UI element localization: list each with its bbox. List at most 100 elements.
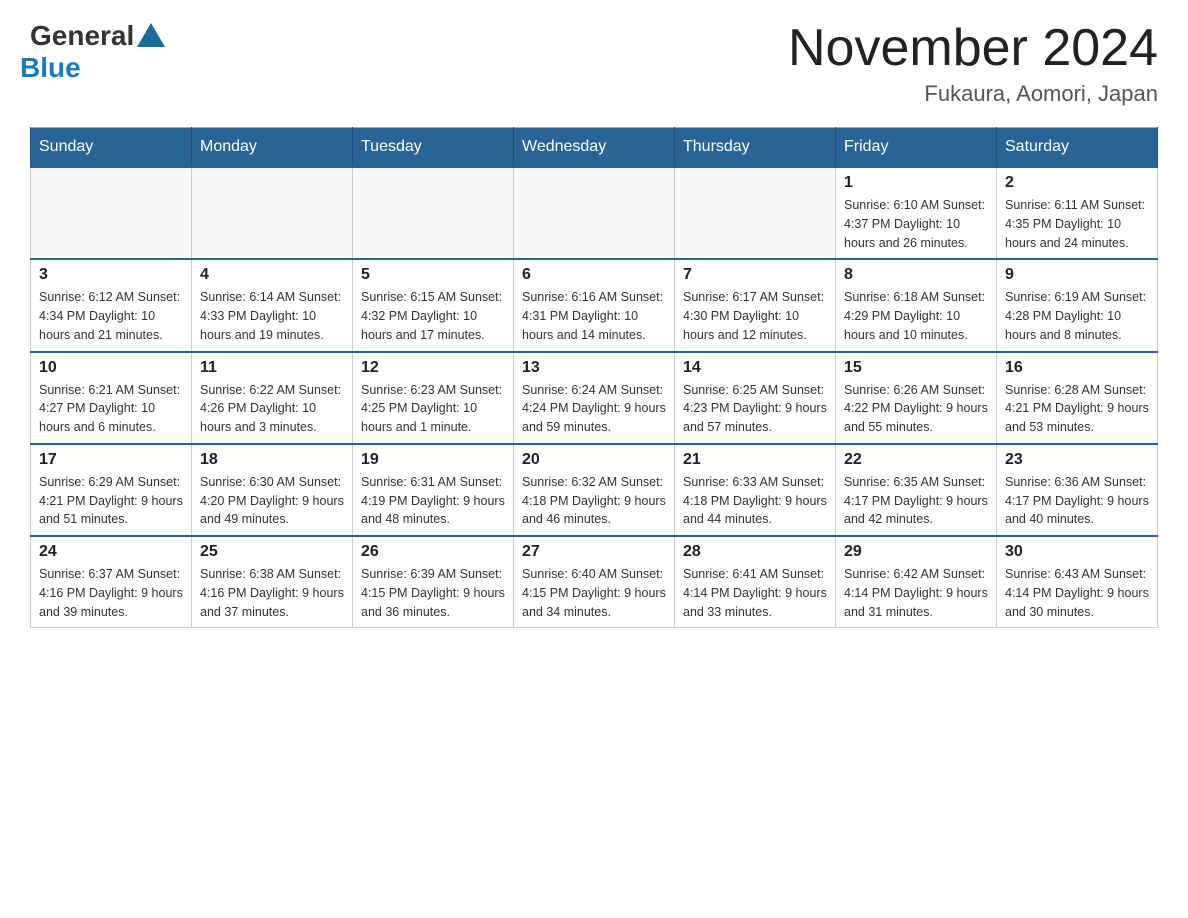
day-info: Sunrise: 6:41 AM Sunset: 4:14 PM Dayligh… — [683, 565, 827, 621]
calendar-cell: 4 Sunrise: 6:14 AM Sunset: 4:33 PM Daylig… — [192, 259, 353, 351]
calendar-cell: 16Sunrise: 6:28 AM Sunset: 4:21 PM Dayli… — [997, 352, 1158, 444]
day-number: 6 — [522, 266, 666, 284]
calendar-body: 1 Sunrise: 6:10 AM Sunset: 4:37 PM Daylig… — [31, 167, 1158, 628]
day-number: 11 — [200, 359, 344, 377]
logo-general-text: General — [30, 20, 165, 52]
calendar-cell: 22Sunrise: 6:35 AM Sunset: 4:17 PM Dayli… — [836, 444, 997, 536]
day-number: 24 — [39, 543, 183, 561]
day-number: 13 — [522, 359, 666, 377]
calendar-cell: 30Sunrise: 6:43 AM Sunset: 4:14 PM Dayli… — [997, 536, 1158, 628]
logo-blue-label: Blue — [20, 52, 81, 84]
day-info: Sunrise: 6:36 AM Sunset: 4:17 PM Dayligh… — [1005, 473, 1149, 529]
calendar-cell: 24Sunrise: 6:37 AM Sunset: 4:16 PM Dayli… — [31, 536, 192, 628]
calendar-cell — [31, 167, 192, 259]
calendar-cell: 9 Sunrise: 6:19 AM Sunset: 4:28 PM Daylig… — [997, 259, 1158, 351]
day-info: Sunrise: 6:15 AM Sunset: 4:32 PM Dayligh… — [361, 288, 505, 344]
day-info: Sunrise: 6:25 AM Sunset: 4:23 PM Dayligh… — [683, 381, 827, 437]
calendar-cell: 13 Sunrise: 6:24 AM Sunset: 4:24 PM Dayli… — [514, 352, 675, 444]
calendar-cell: 29 Sunrise: 6:42 AM Sunset: 4:14 PM Dayli… — [836, 536, 997, 628]
day-number: 8 — [844, 266, 988, 284]
logo-general-label: General — [30, 20, 134, 52]
day-info: Sunrise: 6:14 AM Sunset: 4:33 PM Dayligh… — [200, 288, 344, 344]
calendar-cell: 23Sunrise: 6:36 AM Sunset: 4:17 PM Dayli… — [997, 444, 1158, 536]
day-info: Sunrise: 6:21 AM Sunset: 4:27 PM Dayligh… — [39, 381, 183, 437]
logo: General Blue — [30, 20, 165, 84]
day-info: Sunrise: 6:26 AM Sunset: 4:22 PM Dayligh… — [844, 381, 988, 437]
day-info: Sunrise: 6:31 AM Sunset: 4:19 PM Dayligh… — [361, 473, 505, 529]
day-number: 14 — [683, 359, 827, 377]
weekday-header-row: SundayMondayTuesdayWednesdayThursdayFrid… — [31, 128, 1158, 168]
day-info: Sunrise: 6:23 AM Sunset: 4:25 PM Dayligh… — [361, 381, 505, 437]
day-number: 10 — [39, 359, 183, 377]
day-number: 21 — [683, 451, 827, 469]
calendar-cell — [353, 167, 514, 259]
calendar-cell: 12 Sunrise: 6:23 AM Sunset: 4:25 PM Dayli… — [353, 352, 514, 444]
day-info: Sunrise: 6:42 AM Sunset: 4:14 PM Dayligh… — [844, 565, 988, 621]
day-info: Sunrise: 6:17 AM Sunset: 4:30 PM Dayligh… — [683, 288, 827, 344]
day-info: Sunrise: 6:33 AM Sunset: 4:18 PM Dayligh… — [683, 473, 827, 529]
calendar-title: November 2024 — [788, 20, 1158, 77]
weekday-header-wednesday: Wednesday — [514, 128, 675, 168]
calendar-cell: 21 Sunrise: 6:33 AM Sunset: 4:18 PM Dayli… — [675, 444, 836, 536]
calendar-cell: 25 Sunrise: 6:38 AM Sunset: 4:16 PM Dayli… — [192, 536, 353, 628]
day-number: 2 — [1005, 174, 1149, 192]
weekday-header-sunday: Sunday — [31, 128, 192, 168]
day-info: Sunrise: 6:16 AM Sunset: 4:31 PM Dayligh… — [522, 288, 666, 344]
calendar-cell: 1 Sunrise: 6:10 AM Sunset: 4:37 PM Daylig… — [836, 167, 997, 259]
calendar-cell: 8Sunrise: 6:18 AM Sunset: 4:29 PM Daylig… — [836, 259, 997, 351]
day-info: Sunrise: 6:10 AM Sunset: 4:37 PM Dayligh… — [844, 196, 988, 252]
calendar-cell: 2Sunrise: 6:11 AM Sunset: 4:35 PM Daylig… — [997, 167, 1158, 259]
day-number: 26 — [361, 543, 505, 561]
day-number: 28 — [683, 543, 827, 561]
page-header: General Blue November 2024 Fukaura, Aomo… — [30, 20, 1158, 107]
calendar-week-4: 17 Sunrise: 6:29 AM Sunset: 4:21 PM Dayli… — [31, 444, 1158, 536]
day-number: 5 — [361, 266, 505, 284]
day-info: Sunrise: 6:35 AM Sunset: 4:17 PM Dayligh… — [844, 473, 988, 529]
day-info: Sunrise: 6:19 AM Sunset: 4:28 PM Dayligh… — [1005, 288, 1149, 344]
calendar-cell: 28 Sunrise: 6:41 AM Sunset: 4:14 PM Dayli… — [675, 536, 836, 628]
day-number: 27 — [522, 543, 666, 561]
day-number: 18 — [200, 451, 344, 469]
calendar-table: SundayMondayTuesdayWednesdayThursdayFrid… — [30, 127, 1158, 628]
day-number: 17 — [39, 451, 183, 469]
calendar-cell: 5 Sunrise: 6:15 AM Sunset: 4:32 PM Daylig… — [353, 259, 514, 351]
calendar-week-3: 10 Sunrise: 6:21 AM Sunset: 4:27 PM Dayli… — [31, 352, 1158, 444]
day-info: Sunrise: 6:39 AM Sunset: 4:15 PM Dayligh… — [361, 565, 505, 621]
day-number: 7 — [683, 266, 827, 284]
calendar-cell: 20Sunrise: 6:32 AM Sunset: 4:18 PM Dayli… — [514, 444, 675, 536]
day-info: Sunrise: 6:38 AM Sunset: 4:16 PM Dayligh… — [200, 565, 344, 621]
day-info: Sunrise: 6:22 AM Sunset: 4:26 PM Dayligh… — [200, 381, 344, 437]
day-number: 4 — [200, 266, 344, 284]
calendar-cell: 18 Sunrise: 6:30 AM Sunset: 4:20 PM Dayli… — [192, 444, 353, 536]
calendar-cell: 10 Sunrise: 6:21 AM Sunset: 4:27 PM Dayli… — [31, 352, 192, 444]
weekday-header-tuesday: Tuesday — [353, 128, 514, 168]
day-number: 9 — [1005, 266, 1149, 284]
calendar-cell — [675, 167, 836, 259]
day-number: 1 — [844, 174, 988, 192]
day-number: 19 — [361, 451, 505, 469]
weekday-header-monday: Monday — [192, 128, 353, 168]
day-info: Sunrise: 6:12 AM Sunset: 4:34 PM Dayligh… — [39, 288, 183, 344]
calendar-cell: 19 Sunrise: 6:31 AM Sunset: 4:19 PM Dayli… — [353, 444, 514, 536]
calendar-cell: 26 Sunrise: 6:39 AM Sunset: 4:15 PM Dayli… — [353, 536, 514, 628]
day-number: 29 — [844, 543, 988, 561]
calendar-week-5: 24Sunrise: 6:37 AM Sunset: 4:16 PM Dayli… — [31, 536, 1158, 628]
day-info: Sunrise: 6:24 AM Sunset: 4:24 PM Dayligh… — [522, 381, 666, 437]
day-number: 25 — [200, 543, 344, 561]
day-number: 30 — [1005, 543, 1149, 561]
calendar-cell — [192, 167, 353, 259]
calendar-cell: 14 Sunrise: 6:25 AM Sunset: 4:23 PM Dayli… — [675, 352, 836, 444]
title-area: November 2024 Fukaura, Aomori, Japan — [788, 20, 1158, 107]
calendar-cell: 11 Sunrise: 6:22 AM Sunset: 4:26 PM Dayli… — [192, 352, 353, 444]
calendar-cell: 3 Sunrise: 6:12 AM Sunset: 4:34 PM Daylig… — [31, 259, 192, 351]
day-number: 20 — [522, 451, 666, 469]
day-number: 3 — [39, 266, 183, 284]
calendar-subtitle: Fukaura, Aomori, Japan — [788, 81, 1158, 107]
day-info: Sunrise: 6:30 AM Sunset: 4:20 PM Dayligh… — [200, 473, 344, 529]
calendar-cell: 6 Sunrise: 6:16 AM Sunset: 4:31 PM Daylig… — [514, 259, 675, 351]
day-number: 16 — [1005, 359, 1149, 377]
day-number: 12 — [361, 359, 505, 377]
calendar-cell: 15Sunrise: 6:26 AM Sunset: 4:22 PM Dayli… — [836, 352, 997, 444]
day-info: Sunrise: 6:29 AM Sunset: 4:21 PM Dayligh… — [39, 473, 183, 529]
weekday-header-thursday: Thursday — [675, 128, 836, 168]
